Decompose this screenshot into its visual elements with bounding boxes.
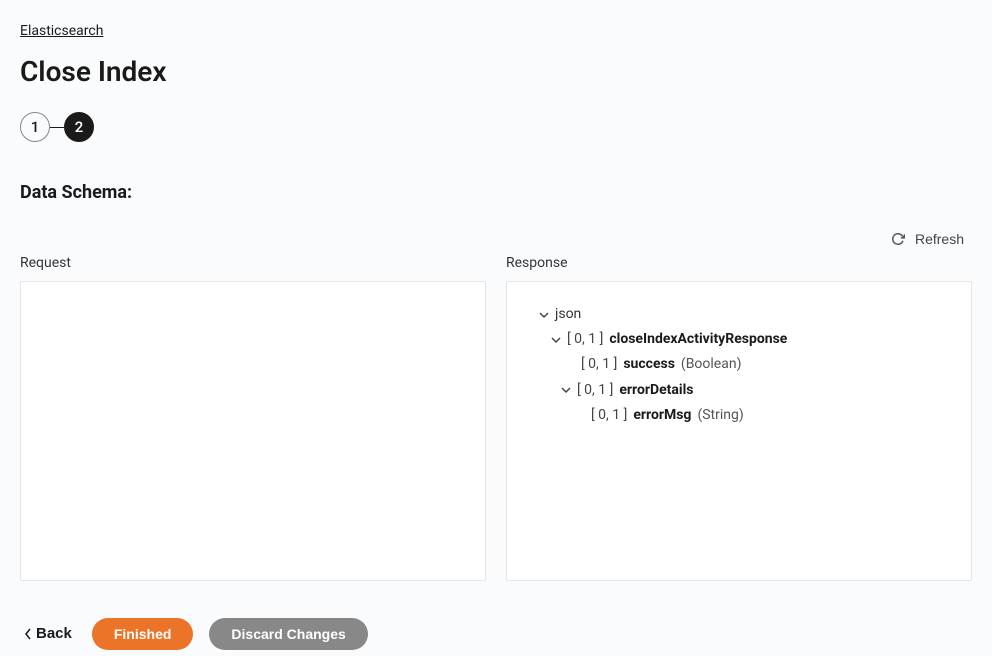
request-label: Request: [20, 255, 486, 271]
refresh-button[interactable]: Refresh: [883, 227, 972, 251]
discard-changes-button[interactable]: Discard Changes: [209, 618, 367, 650]
breadcrumb: Elasticsearch: [20, 20, 972, 39]
response-label: Response: [506, 255, 972, 271]
stepper: 1 2: [20, 112, 972, 142]
breadcrumb-root-link[interactable]: Elasticsearch: [20, 23, 103, 39]
tree-node-cardinality: [ 0, 1 ]: [591, 403, 627, 428]
response-panel[interactable]: json [ 0, 1 ] closeIndexActivityResponse…: [506, 281, 972, 581]
step-2[interactable]: 2: [64, 112, 94, 142]
chevron-down-icon[interactable]: [561, 385, 571, 395]
tree-node-name: success: [623, 352, 675, 377]
tree-node-name: errorMsg: [633, 403, 691, 428]
step-1[interactable]: 1: [20, 112, 50, 142]
tree-node-errormsg[interactable]: [ 0, 1 ] errorMsg (String): [527, 403, 951, 428]
tree-node-name: errorDetails: [619, 378, 693, 403]
footer-actions: Back Finished Discard Changes: [20, 617, 972, 650]
tree-node-cardinality: [ 0, 1 ]: [581, 352, 617, 377]
tree-node-success[interactable]: [ 0, 1 ] success (Boolean): [527, 352, 951, 377]
chevron-left-icon: [24, 628, 32, 640]
tree-node-label: json: [555, 302, 581, 327]
tree-node-name: closeIndexActivityResponse: [609, 327, 787, 352]
step-connector: [50, 127, 64, 128]
schema-panels: Request Response json [ 0, 1 ] closeInde…: [20, 255, 972, 581]
finished-button[interactable]: Finished: [92, 618, 194, 650]
back-label: Back: [36, 625, 72, 642]
tree-node-json[interactable]: json: [527, 302, 951, 327]
response-tree: json [ 0, 1 ] closeIndexActivityResponse…: [527, 302, 951, 428]
tree-node-cardinality: [ 0, 1 ]: [567, 327, 603, 352]
tree-node-errordetails[interactable]: [ 0, 1 ] errorDetails: [527, 378, 951, 403]
chevron-down-icon[interactable]: [539, 310, 549, 320]
tree-node-closeindexactivityresponse[interactable]: [ 0, 1 ] closeIndexActivityResponse: [527, 327, 951, 352]
back-button[interactable]: Back: [20, 617, 76, 650]
tree-node-type: (Boolean): [681, 352, 742, 377]
page-title: Close Index: [20, 55, 972, 88]
chevron-down-icon[interactable]: [551, 335, 561, 345]
request-panel[interactable]: [20, 281, 486, 581]
tree-node-cardinality: [ 0, 1 ]: [577, 378, 613, 403]
refresh-label: Refresh: [915, 231, 964, 247]
tree-node-type: (String): [697, 403, 743, 428]
section-title: Data Schema:: [20, 182, 972, 203]
refresh-icon: [891, 232, 905, 246]
